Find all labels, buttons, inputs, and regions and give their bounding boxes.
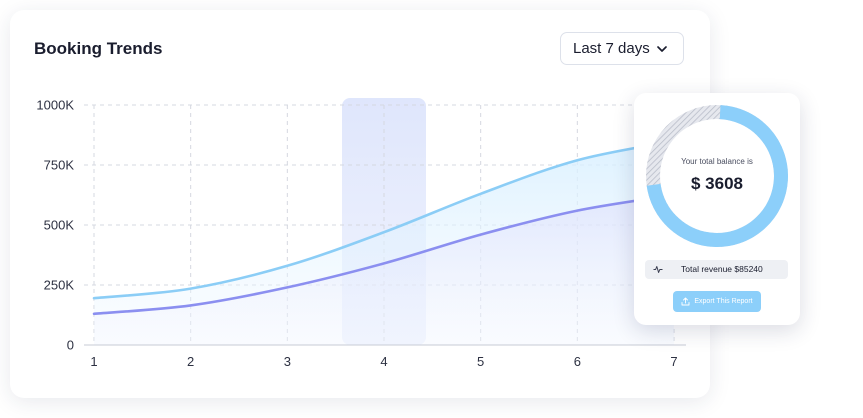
total-revenue-row: Total revenue $85240: [645, 260, 788, 279]
x-tick-label: 4: [380, 354, 387, 369]
y-tick-label: 0: [67, 338, 74, 353]
balance-caption: Your total balance is: [681, 157, 753, 166]
export-report-button[interactable]: Export This Report: [673, 291, 761, 312]
y-tick-label: 250K: [44, 278, 75, 293]
balance-value: $ 3608: [691, 174, 743, 193]
y-tick-label: 750K: [44, 158, 75, 173]
x-tick-label: 6: [574, 354, 581, 369]
x-tick-label: 3: [284, 354, 291, 369]
y-tick-label: 1000K: [36, 98, 74, 113]
x-tick-label: 5: [477, 354, 484, 369]
x-tick-label: 2: [187, 354, 194, 369]
x-tick-label: 7: [670, 354, 677, 369]
activity-pulse-icon: [653, 266, 663, 273]
x-tick-label: 1: [90, 354, 97, 369]
y-tick-label: 500K: [44, 218, 75, 233]
balance-popover: Your total balance is $ 3608 Total reven…: [634, 93, 800, 325]
total-revenue-label: Total revenue $85240: [681, 264, 763, 274]
upload-icon: [681, 297, 690, 306]
export-button-label: Export This Report: [694, 298, 753, 305]
